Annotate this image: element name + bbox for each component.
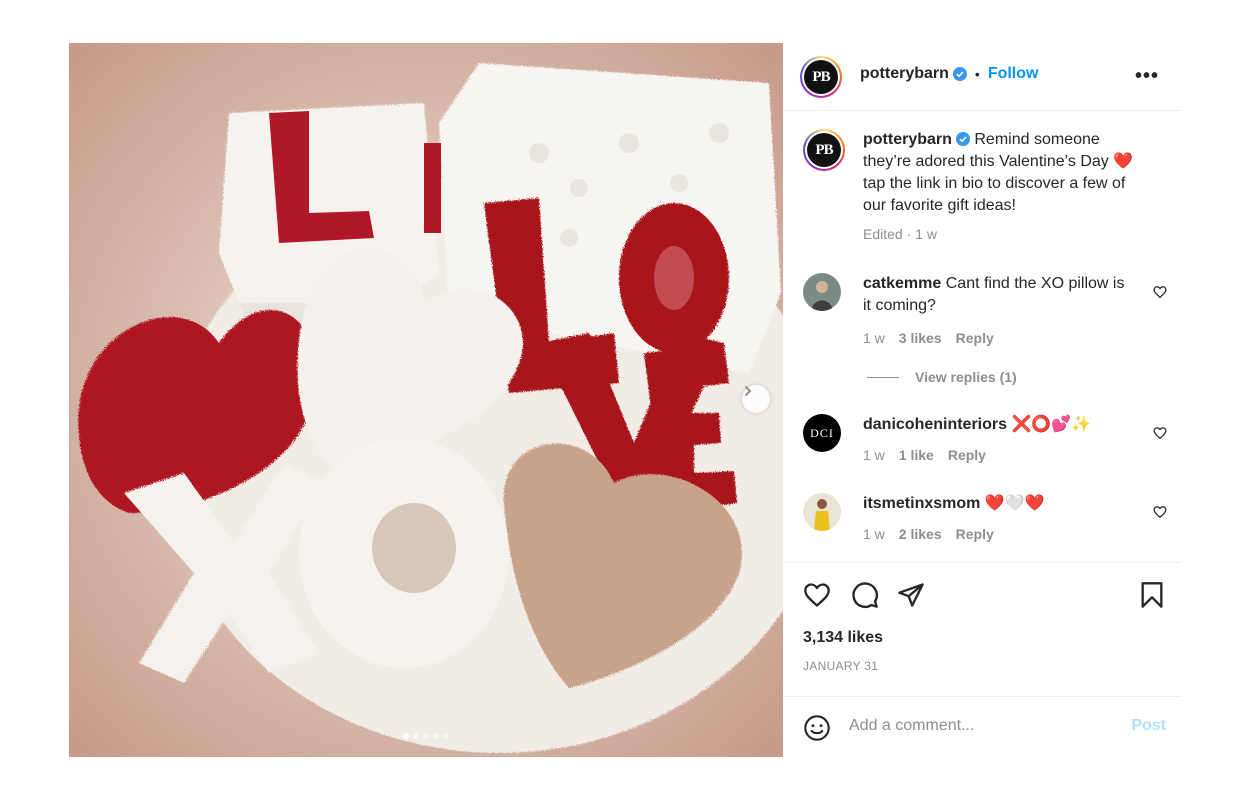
commenter-avatar[interactable]: DCI [803, 414, 841, 452]
comment-like-heart-icon[interactable] [1153, 285, 1167, 299]
view-replies-button[interactable]: View replies (1) [867, 369, 1017, 385]
add-comment-bar: Post [783, 696, 1181, 757]
comment-time[interactable]: 1 w [863, 327, 885, 349]
reply-button[interactable]: Reply [956, 523, 994, 545]
comment-input[interactable] [849, 717, 1109, 735]
comment-time[interactable]: 1 w [863, 523, 885, 545]
comment-likes[interactable]: 1 like [899, 444, 934, 466]
verified-badge-icon [952, 67, 967, 81]
dci-logo: DCI [810, 425, 834, 440]
comment-username[interactable]: danicoheninteriors [863, 416, 1007, 433]
comment-like-heart-icon[interactable] [1153, 426, 1167, 440]
comment-username[interactable]: itsmetinxsmom [863, 495, 980, 512]
carousel-dot [443, 733, 449, 739]
commenter-avatar[interactable] [803, 493, 841, 531]
separator-dot: • [974, 66, 980, 82]
comment-likes[interactable]: 2 likes [899, 523, 942, 545]
avatar-photo [803, 273, 841, 311]
caption-time[interactable]: 1 w [915, 226, 937, 242]
carousel-dot-active [403, 733, 409, 739]
post-header: PB potterybarn • Follow ••• [783, 43, 1181, 111]
reply-button[interactable]: Reply [956, 327, 994, 349]
post-date[interactable]: JANUARY 31 [803, 659, 878, 673]
account-avatar[interactable]: PB [800, 56, 842, 98]
comment-time[interactable]: 1 w [863, 444, 885, 466]
comment-meta: 1 w 2 likes Reply [863, 523, 1133, 545]
post-comment-button[interactable]: Post [1131, 717, 1166, 735]
potterybarn-logo: PB [807, 133, 841, 167]
comment-username[interactable]: catkemme [863, 275, 941, 292]
replies-divider-line [867, 376, 899, 378]
carousel-dot [433, 733, 439, 739]
instagram-post: PB potterybarn • Follow ••• PB potteryba… [69, 43, 1181, 757]
carousel-dot [423, 733, 429, 739]
comment-like-heart-icon[interactable] [1153, 505, 1167, 519]
comment-item: itsmetinxsmom ❤️🤍❤️ 1 w 2 likes Reply [803, 493, 1173, 549]
comment-meta: 1 w 3 likes Reply [863, 327, 1133, 349]
account-username[interactable]: potterybarn [860, 65, 949, 83]
carousel-indicator [69, 733, 783, 739]
comment-item: catkemme Cant find the XO pillow is it c… [803, 273, 1173, 353]
comment-likes[interactable]: 3 likes [899, 327, 942, 349]
verified-badge-icon [955, 132, 970, 146]
like-heart-icon[interactable] [803, 581, 831, 609]
edited-label: Edited [863, 226, 903, 242]
commenter-avatar[interactable] [803, 273, 841, 311]
comment-text: ❤️🤍❤️ [984, 495, 1045, 512]
reply-button[interactable]: Reply [948, 444, 986, 466]
view-replies-label: View replies (1) [915, 369, 1017, 385]
comment-body: catkemme Cant find the XO pillow is it c… [863, 273, 1133, 349]
comment-item: DCI danicoheninteriors ❌⭕💕✨ 1 w 1 like R… [803, 414, 1173, 470]
chevron-right-icon [745, 386, 752, 396]
share-paper-plane-icon[interactable] [897, 581, 925, 609]
emoji-smiley-icon[interactable] [803, 714, 831, 742]
save-bookmark-icon[interactable] [1139, 581, 1165, 609]
comment-body: itsmetinxsmom ❤️🤍❤️ 1 w 2 likes Reply [863, 493, 1133, 545]
follow-button[interactable]: Follow [988, 65, 1039, 83]
caption-meta: Edited · 1 w [863, 226, 937, 242]
potterybarn-logo: PB [804, 60, 838, 94]
post-media[interactable] [69, 43, 783, 757]
next-slide-button[interactable] [742, 385, 770, 413]
comment-meta: 1 w 1 like Reply [863, 444, 1133, 466]
carousel-dot [413, 733, 419, 739]
caption-username[interactable]: potterybarn [863, 131, 952, 148]
caption-text-block: potterybarn Remind someone they’re adore… [863, 129, 1138, 245]
comment-body: danicoheninteriors ❌⭕💕✨ 1 w 1 like Reply [863, 414, 1133, 466]
more-options-icon[interactable]: ••• [1135, 65, 1159, 88]
comment-bubble-icon[interactable] [851, 581, 879, 609]
likes-count[interactable]: 3,134 likes [803, 629, 883, 647]
pillows-photo [69, 43, 783, 757]
comment-text: ❌⭕💕✨ [1011, 416, 1092, 433]
post-actions: 3,134 likes JANUARY 31 [783, 562, 1181, 697]
caption-avatar[interactable]: PB [803, 129, 845, 171]
avatar-photo [803, 493, 841, 531]
post-side-panel: PB potterybarn • Follow ••• PB potteryba… [783, 43, 1181, 757]
